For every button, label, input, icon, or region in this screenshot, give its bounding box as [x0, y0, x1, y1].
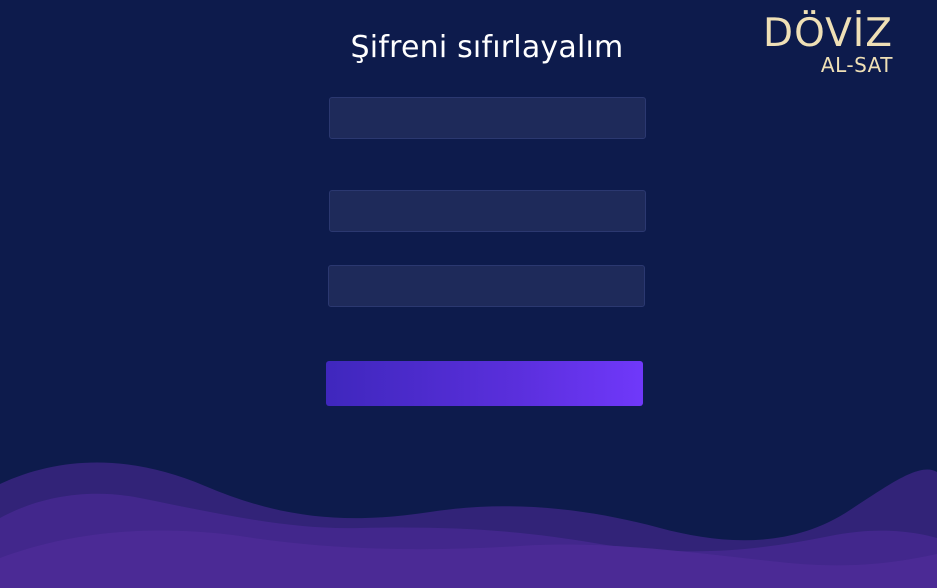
confirm-password-input[interactable] — [328, 265, 645, 307]
reset-input-1[interactable] — [329, 97, 646, 139]
app-logo: DÖVİZ AL-SAT — [763, 14, 893, 75]
decorative-waves — [0, 462, 937, 588]
reset-submit-button[interactable] — [326, 361, 643, 406]
reset-password-screen: Şifreni sıfırlayalım DÖVİZ AL-SAT — [0, 0, 937, 588]
logo-sub-text: AL-SAT — [820, 53, 893, 77]
new-password-input[interactable] — [329, 190, 646, 232]
logo-main-text: DÖVİZ — [763, 11, 893, 56]
